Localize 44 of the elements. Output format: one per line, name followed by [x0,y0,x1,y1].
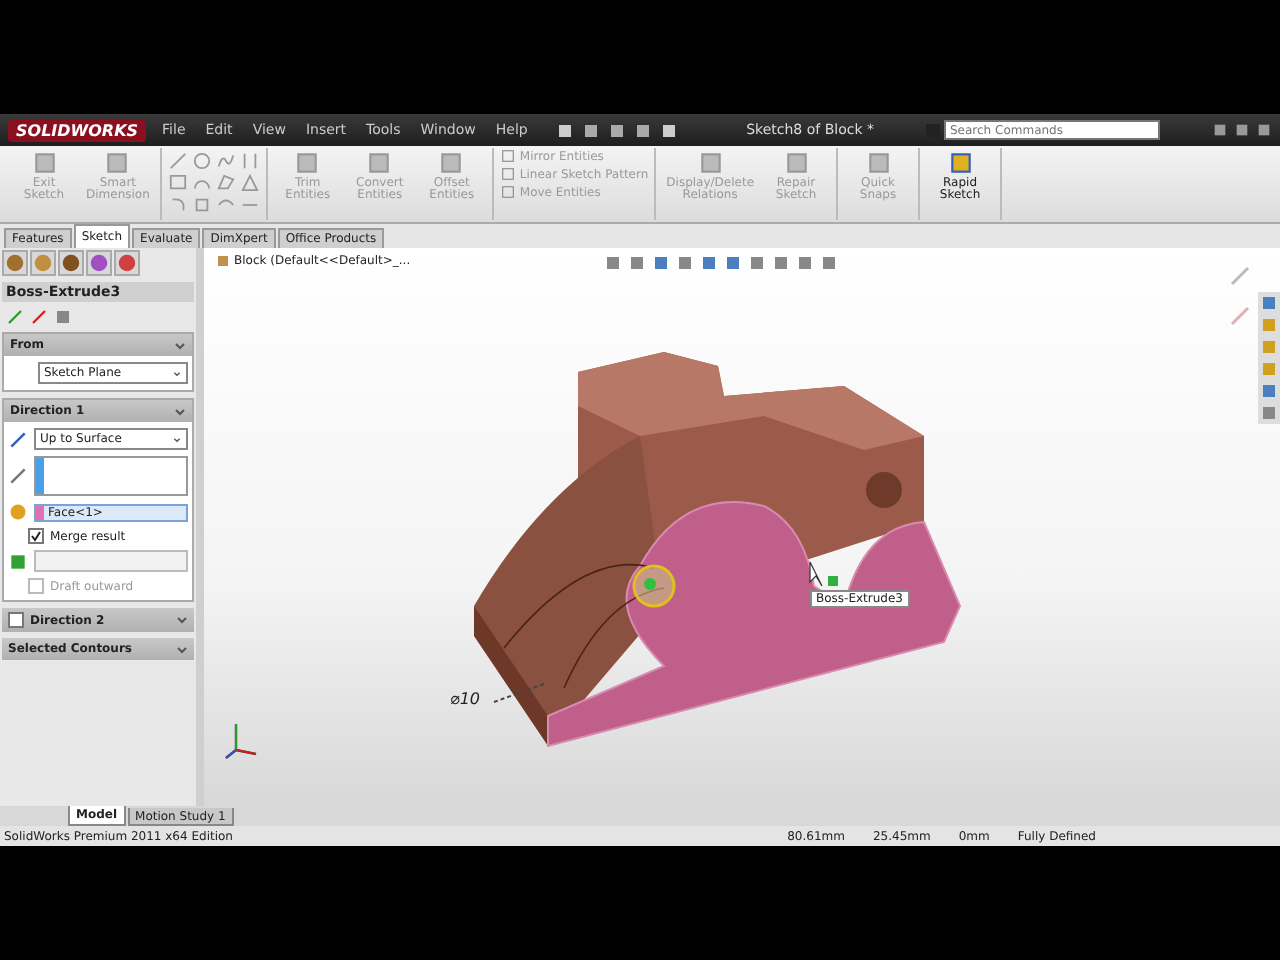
part-icon[interactable] [216,254,230,268]
preview-icon[interactable] [54,308,72,326]
selection-filter-icon [828,576,838,586]
tool-icon [783,150,810,176]
panel-tab-icon[interactable] [86,250,112,276]
draft-angle-field[interactable] [34,550,188,572]
tool-icon [697,150,724,176]
app-logo: SOLIDWORKS [8,119,147,141]
draft-icon[interactable] [8,551,28,571]
caret-icon[interactable] [176,643,188,655]
caret-icon[interactable] [172,369,182,377]
dimension-label: ⌀10 [450,690,480,708]
tool-icon [947,150,974,176]
leader-line [493,683,545,703]
selection-marker-icon[interactable] [632,564,676,608]
tool-icon [438,150,465,176]
sketch-entity-icon[interactable] [239,152,260,170]
sketch-entity-icon[interactable] [215,152,236,170]
panel-tab-icon[interactable] [30,250,56,276]
tool-icon [31,150,57,176]
merge-result-checkbox[interactable] [28,528,44,544]
tool-icon [104,150,131,176]
caret-icon[interactable] [176,614,188,626]
sketch-entity-icon[interactable] [167,152,188,170]
axis-triad-icon [224,718,260,762]
sketch-entity-icon[interactable] [239,174,260,192]
tool-icon [865,150,892,176]
caret-icon[interactable] [174,405,186,417]
caret-icon[interactable] [172,435,182,443]
sketch-entity-icon[interactable] [191,196,212,214]
sketch-entity-icon[interactable] [167,174,188,192]
tool-icon [366,150,393,176]
sketch-entity-icon[interactable] [215,174,236,192]
cursor-icon [809,561,823,587]
sketch-entity-icon[interactable] [191,152,212,170]
panel-tab-icon[interactable] [114,250,140,276]
panel-tab-icon[interactable] [58,250,84,276]
sketch-entity-icon[interactable] [191,174,212,192]
direction-checkbox[interactable] [8,612,24,628]
direction-list-field[interactable] [34,456,188,496]
sketch-entity-icon[interactable] [167,196,188,214]
caret-icon[interactable] [174,339,186,351]
panel-tab-icon[interactable] [2,250,28,276]
tool-icon [294,150,321,176]
